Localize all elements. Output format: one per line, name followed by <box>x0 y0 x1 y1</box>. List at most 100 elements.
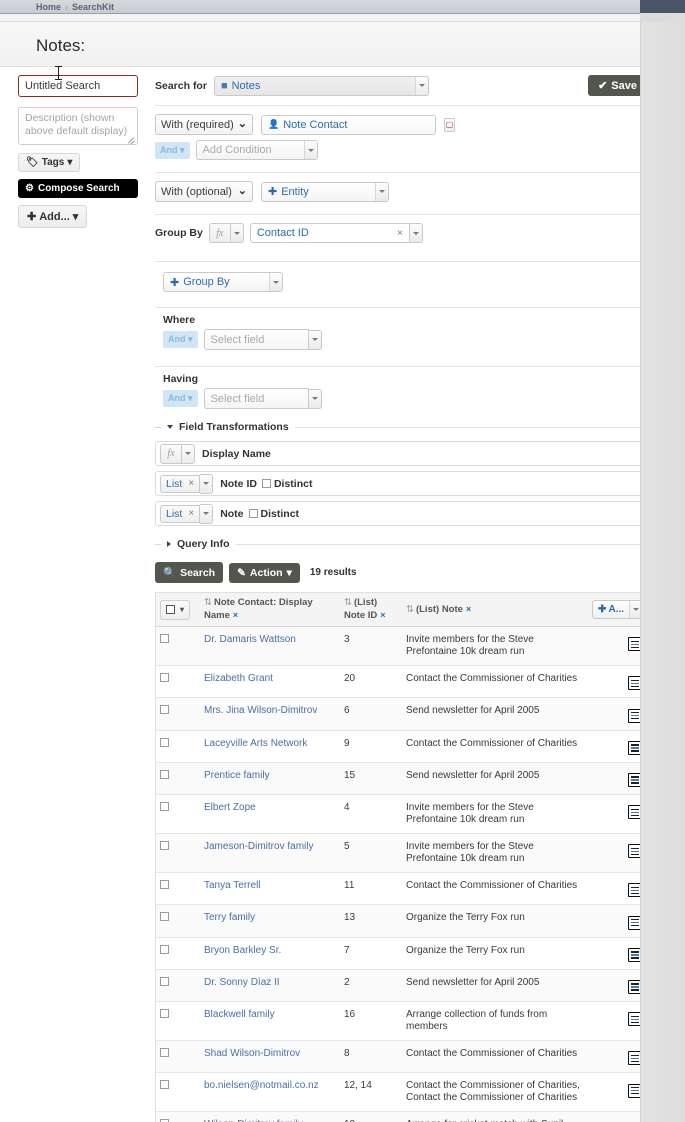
tags-button[interactable]: 🏷 Tags ▾ <box>18 153 81 172</box>
having-and-operator[interactable]: And ▾ <box>163 390 198 407</box>
chevron-down-icon[interactable] <box>269 273 282 291</box>
sort-icon[interactable]: ⇅ <box>406 604 414 615</box>
delete-join-button[interactable]: ▢ <box>444 117 455 132</box>
contact-link[interactable]: Blackwell family <box>204 1009 275 1020</box>
contact-link[interactable]: Dr. Sonny Díaz II <box>204 977 280 988</box>
page-scroll-gutter[interactable] <box>640 22 685 1122</box>
add-display-button[interactable]: ✚ Add... ▾ <box>18 205 88 228</box>
remove-column-icon[interactable]: × <box>233 610 238 620</box>
list-function-chip[interactable]: List × <box>160 474 201 493</box>
breadcrumb-searchkit[interactable]: SearchKit <box>72 2 114 12</box>
table-row[interactable]: Wilson-Dimitrov family18Arrange for cric… <box>156 1111 646 1122</box>
row-checkbox[interactable] <box>160 705 169 715</box>
distinct-checkbox[interactable] <box>261 479 271 488</box>
save-button[interactable]: ✔ Save <box>588 75 647 96</box>
table-row[interactable]: Jameson-Dimitrov family 5 Invite members f… <box>156 833 646 873</box>
search-for-select[interactable]: ■ Notes <box>213 75 429 96</box>
chevron-down-icon[interactable] <box>200 473 214 494</box>
row-checkbox[interactable] <box>160 1080 169 1090</box>
table-row[interactable]: Dr. Sonny Díaz II 2 Send newsletter for Ap… <box>156 969 646 1003</box>
contact-link[interactable]: Tanya Terrell <box>204 880 261 891</box>
remove-icon[interactable]: × <box>188 508 194 519</box>
remove-icon[interactable]: × <box>397 228 403 239</box>
search-button[interactable]: 🔍 Search <box>155 562 224 583</box>
contact-link[interactable]: Elbert Zope <box>204 802 256 813</box>
contact-link[interactable]: Shad Wilson-Dimitrov <box>204 1048 300 1059</box>
and-operator-button[interactable]: And ▾ <box>155 141 190 159</box>
contact-link[interactable]: Jameson-Dimitrov family <box>204 841 313 852</box>
row-checkbox[interactable] <box>160 912 169 922</box>
distinct-checkbox[interactable] <box>248 509 258 518</box>
resize-grip-icon[interactable] <box>126 134 135 144</box>
remove-icon[interactable]: × <box>188 478 194 489</box>
breadcrumb-home[interactable]: Home <box>36 2 61 12</box>
join-required-entity-field[interactable]: 👤 Note Contact <box>261 114 436 135</box>
where-and-operator[interactable]: And ▾ <box>163 331 198 348</box>
join-required-select[interactable]: With (required) ⌄ <box>155 114 253 135</box>
chevron-down-icon[interactable] <box>200 503 214 524</box>
list-function-chip[interactable]: List × <box>160 504 201 523</box>
compose-search-button[interactable]: ⚙ Compose Search <box>18 179 138 198</box>
contact-link[interactable]: bo.nielsen@notmail.co.nz <box>204 1080 319 1091</box>
add-column-button[interactable]: ✚ A... <box>592 600 642 619</box>
row-checkbox[interactable] <box>160 673 169 682</box>
chevron-down-icon[interactable] <box>230 223 244 243</box>
row-checkbox[interactable] <box>160 1009 169 1018</box>
column-header-display-name[interactable]: ⇅ Note Contact: Display Name × <box>200 593 340 627</box>
row-checkbox[interactable] <box>160 769 169 779</box>
table-row[interactable]: Laceyville Arts Network 9 Contact the Comm… <box>156 730 646 763</box>
row-checkbox[interactable] <box>160 802 169 811</box>
function-button[interactable]: fx <box>208 223 231 243</box>
table-row[interactable]: Blackwell family 16 Arrange collection of … <box>156 1001 646 1041</box>
sort-icon[interactable]: ⇅ <box>344 597 352 608</box>
table-row[interactable]: Terry family 13 Organize the Terry Fox run <box>156 904 646 938</box>
group-by-field-token[interactable]: Contact ID × <box>249 223 410 243</box>
function-button[interactable]: fx <box>160 443 182 464</box>
add-condition-select[interactable]: Add Condition <box>195 140 318 160</box>
where-field-select[interactable]: Select field <box>203 329 309 350</box>
chevron-down-icon[interactable] <box>409 223 423 243</box>
contact-link[interactable]: Prentice family <box>204 770 270 781</box>
sort-icon[interactable]: ⇅ <box>204 597 212 608</box>
add-entity-select[interactable]: ✚ Entity <box>261 181 389 202</box>
row-checkbox[interactable] <box>160 737 169 747</box>
contact-link[interactable]: Terry family <box>204 912 255 923</box>
table-row[interactable]: Mrs. Jina Wilson-Dimitrov 6 Send newslette… <box>156 697 646 731</box>
table-row[interactable]: Tanya Terrell 11 Contact the Commissioner … <box>156 872 646 906</box>
table-row[interactable]: Shad Wilson-Dimitrov 8 Contact the Commiss… <box>156 1040 646 1074</box>
row-checkbox[interactable] <box>160 841 169 850</box>
action-button[interactable]: ✎ Action ▾ <box>229 562 300 583</box>
table-row[interactable]: Prentice family 15 Send newsletter for Apr… <box>156 762 646 796</box>
contact-link[interactable]: Dr. Damaris Wattson <box>204 634 296 645</box>
column-header-note[interactable]: ⇅ (List) Note × <box>402 593 588 627</box>
checkbox-icon[interactable] <box>166 605 175 614</box>
add-group-by-select[interactable]: ✚ Group By <box>163 272 283 292</box>
chevron-down-icon[interactable] <box>308 388 322 409</box>
select-all-control[interactable]: ▾ <box>160 599 191 620</box>
contact-link[interactable]: Elizabeth Grant <box>204 673 273 684</box>
having-field-select[interactable]: Select field <box>203 388 309 409</box>
join-optional-select[interactable]: With (optional) ⌄ <box>155 181 253 202</box>
contact-link[interactable]: Mrs. Jina Wilson-Dimitrov <box>204 705 317 716</box>
row-checkbox[interactable] <box>160 1048 169 1057</box>
table-row[interactable]: bo.nielsen@notmail.co.nz 12, 14 Contact th… <box>156 1072 646 1113</box>
table-row[interactable]: Dr. Damaris Wattson 3 Invite members for t… <box>156 626 646 666</box>
row-checkbox[interactable] <box>160 976 169 986</box>
search-title-input[interactable] <box>18 75 138 97</box>
column-header-note-id[interactable]: ⇅ (List) Note ID × <box>340 593 402 627</box>
query-info-header[interactable]: Query Info <box>155 538 647 550</box>
row-checkbox[interactable] <box>160 944 169 954</box>
contact-link[interactable]: Bryon Barkley Sr. <box>204 945 281 956</box>
description-textarea[interactable]: Description (shown above default display… <box>18 107 138 145</box>
remove-column-icon[interactable]: × <box>380 610 385 620</box>
row-checkbox[interactable] <box>160 634 169 643</box>
chevron-down-icon[interactable] <box>375 182 388 201</box>
remove-column-icon[interactable]: × <box>466 604 471 614</box>
chevron-down-icon[interactable] <box>308 329 322 350</box>
chevron-down-icon[interactable] <box>303 141 317 159</box>
field-transformations-header[interactable]: Field Transformations <box>155 421 647 433</box>
chevron-down-icon[interactable]: ▾ <box>180 604 184 616</box>
chevron-down-icon[interactable] <box>182 443 195 464</box>
chevron-down-icon[interactable] <box>414 76 428 95</box>
table-row[interactable]: Elbert Zope 4 Invite members for the Steve… <box>156 794 646 834</box>
